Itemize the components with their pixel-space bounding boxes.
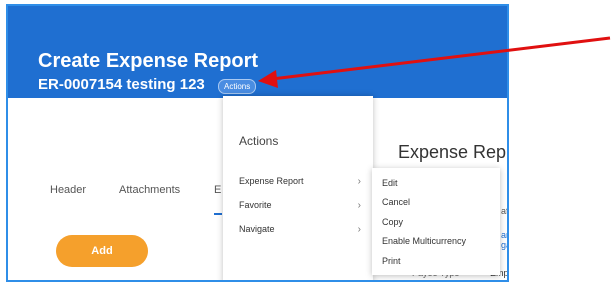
panel-title: Expense Rep (398, 142, 507, 162)
tab-bar: Header Attachments E (8, 184, 223, 214)
actions-menu: Actions Expense Report › Favorite › Navi… (223, 96, 373, 280)
add-button[interactable]: Add (56, 235, 148, 267)
page-title: Create Expense Report (38, 50, 259, 72)
divider (14, 281, 219, 282)
menu-item-label: Favorite (239, 200, 272, 210)
report-id: ER-0007154 testing 123 (38, 76, 205, 93)
menu-item-label: Expense Report (239, 176, 304, 186)
status-fragment: aft (501, 206, 509, 216)
tab-header[interactable]: Header (50, 184, 86, 196)
link-fragment-an[interactable]: an (501, 230, 507, 240)
header-banner: Create Expense Report ER-0007154 testing… (8, 6, 507, 98)
actions-button[interactable]: Actions (218, 79, 257, 94)
active-tab-indicator (214, 213, 222, 215)
tab-expense-lines[interactable]: E (214, 184, 221, 196)
app-window: Create Expense Report ER-0007154 testing… (6, 4, 509, 282)
submenu-edit[interactable]: Edit (382, 178, 398, 188)
expense-report-submenu: Edit Cancel Copy Enable Multicurrency Pr… (372, 168, 500, 275)
chevron-right-icon: › (357, 224, 361, 235)
submenu-enable-multicurrency[interactable]: Enable Multicurrency (382, 236, 466, 246)
tab-attachments[interactable]: Attachments (119, 184, 180, 196)
chevron-right-icon: › (357, 200, 361, 211)
menu-item-navigate[interactable]: Navigate › (239, 224, 367, 242)
submenu-print[interactable]: Print (382, 256, 401, 266)
menu-item-expense-report[interactable]: Expense Report › (239, 176, 367, 194)
submenu-cancel[interactable]: Cancel (382, 197, 410, 207)
actions-menu-title: Actions (239, 134, 279, 148)
chevron-right-icon: › (357, 176, 361, 187)
submenu-copy[interactable]: Copy (382, 217, 403, 227)
menu-item-favorite[interactable]: Favorite › (239, 200, 367, 218)
link-fragment-gai[interactable]: gai (501, 240, 507, 250)
menu-item-label: Navigate (239, 224, 275, 234)
